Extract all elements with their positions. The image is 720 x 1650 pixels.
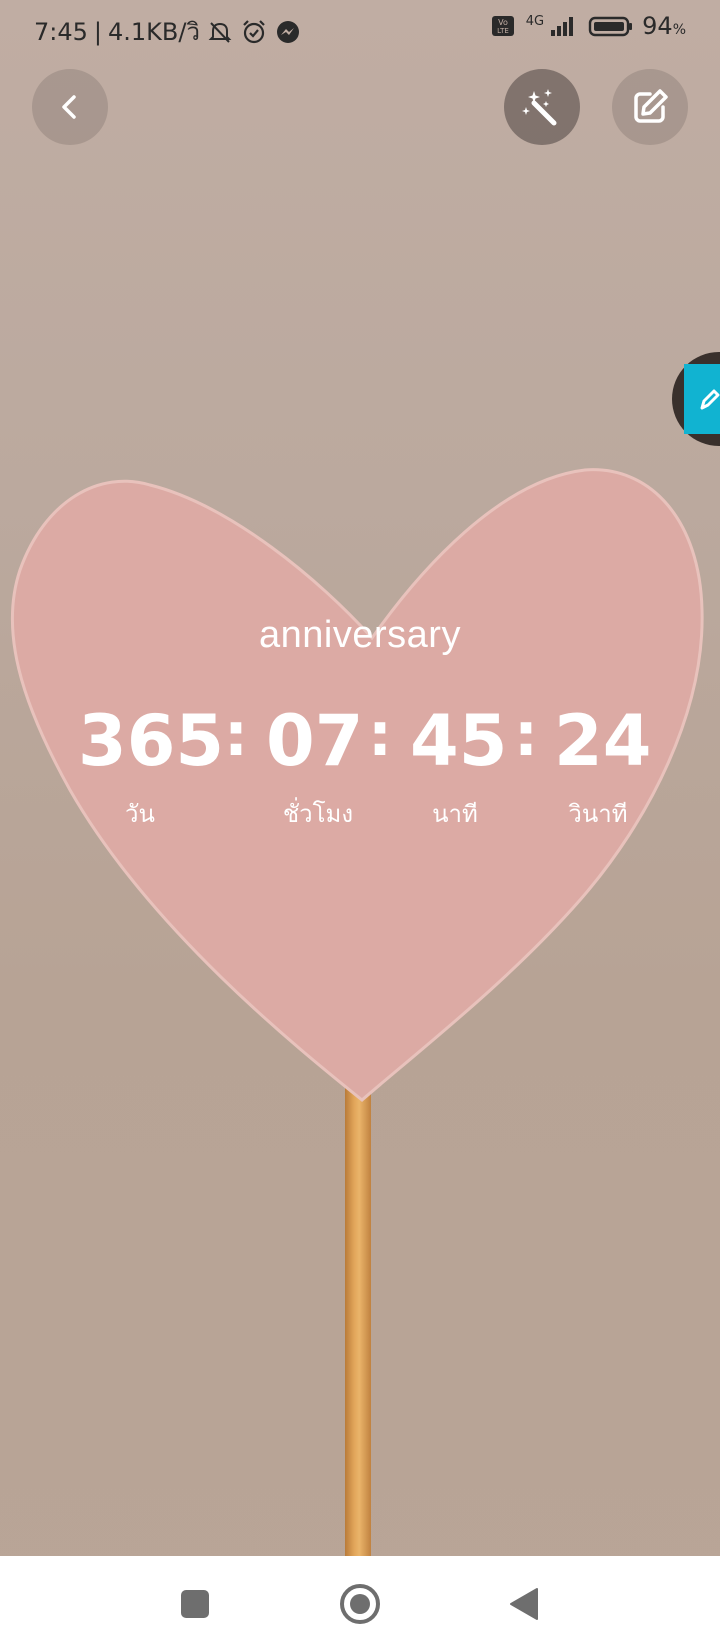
separator: : — [224, 700, 248, 770]
minutes-value: 45 — [410, 700, 508, 782]
minutes-label: นาที — [432, 800, 478, 828]
home-button[interactable] — [330, 1574, 390, 1634]
hours-value: 07 — [266, 700, 364, 782]
magic-wand-icon — [522, 89, 557, 126]
signal-icon — [551, 17, 574, 36]
separator: : — [514, 700, 538, 770]
square-icon — [181, 1590, 209, 1618]
chevron-left-icon — [62, 95, 76, 119]
battery-value: 94 — [642, 12, 673, 40]
side-edit-button[interactable] — [684, 364, 720, 434]
back-button[interactable] — [32, 69, 108, 145]
days-value: 365 — [78, 700, 225, 782]
separator: : — [368, 700, 392, 770]
nav-back-button[interactable] — [494, 1574, 554, 1634]
heart-shape — [10, 468, 704, 1102]
navigation-bar — [0, 1556, 720, 1650]
hours-label: ชั่วโมง — [282, 800, 354, 828]
magic-wand-button[interactable] — [504, 69, 580, 145]
status-time: 7:45 — [34, 17, 88, 46]
circle-icon — [340, 1584, 380, 1624]
heart-stick — [345, 1080, 371, 1556]
battery-unit: % — [672, 22, 686, 38]
status-bar: 7:45 | 4.1KB/วิ Vo LTE 4G 94% — [0, 0, 720, 54]
seconds-value: 24 — [554, 700, 652, 782]
status-divider: | — [93, 17, 102, 46]
days-label: วัน — [125, 800, 155, 828]
edit-icon — [634, 89, 668, 123]
network-type: 4G — [525, 13, 545, 29]
alarm-icon — [243, 19, 265, 43]
screen: 7:45 | 4.1KB/วิ Vo LTE 4G 94% anniversar… — [0, 0, 720, 1556]
edit-button[interactable] — [612, 69, 688, 145]
status-net-speed: 4.1KB/วิ — [108, 18, 200, 46]
svg-text:Vo: Vo — [498, 18, 508, 27]
volte-icon: Vo LTE — [491, 16, 514, 36]
countdown-title: anniversary — [259, 614, 461, 656]
mute-bell-icon — [208, 21, 232, 43]
triangle-left-icon — [510, 1588, 538, 1620]
battery-level: 94% — [642, 12, 686, 40]
messenger-icon — [276, 20, 299, 43]
seconds-label: วินาที — [568, 800, 628, 828]
pencil-icon — [700, 389, 720, 410]
recent-apps-button[interactable] — [165, 1574, 225, 1634]
svg-text:LTE: LTE — [497, 27, 509, 35]
battery-icon — [588, 16, 633, 37]
